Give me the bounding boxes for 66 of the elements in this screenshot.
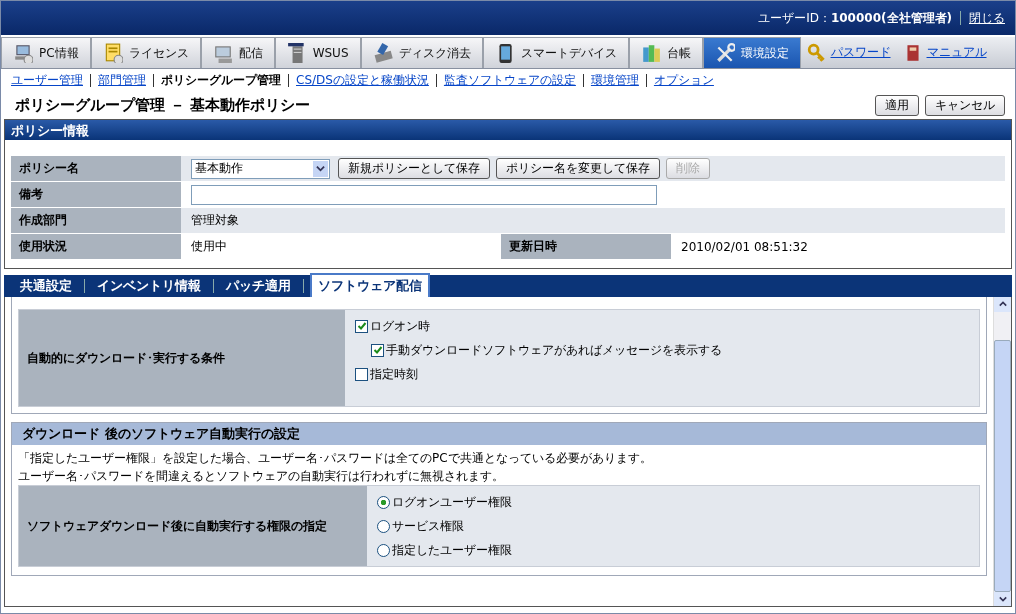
- note-text: ユーザー名･パスワードを間違えるとソフトウェアの自動実行は行われずに無視されます。: [18, 468, 505, 485]
- field-label: ポリシー名: [11, 156, 181, 181]
- field-value: 2010/02/01 08:51:32: [680, 239, 809, 254]
- close-link[interactable]: 閉じる: [969, 9, 1005, 27]
- section-header: ダウンロード 後のソフトウェア自動実行の設定: [12, 423, 986, 445]
- field-label: 備考: [11, 182, 181, 207]
- checkbox[interactable]: [371, 343, 384, 357]
- server-icon: [286, 43, 307, 63]
- sub-nav-link[interactable]: 部門管理: [98, 71, 146, 89]
- checkbox-label: ログオン時: [370, 317, 430, 335]
- action-button[interactable]: 適用: [875, 94, 919, 116]
- scrollbar[interactable]: [993, 297, 1011, 606]
- key-icon: [806, 42, 827, 63]
- pc-icon: [13, 43, 33, 63]
- policy-button[interactable]: 新規ポリシーとして保存: [338, 158, 490, 179]
- tab[interactable]: 共通設定: [14, 275, 78, 297]
- radio-label: 指定したユーザー権限: [392, 541, 512, 559]
- checkbox[interactable]: [355, 319, 368, 333]
- nav-tab[interactable]: 台帳: [628, 37, 703, 68]
- radio-label: ログオンユーザー権限: [392, 493, 512, 511]
- current-page-label: ポリシーグループ管理: [161, 71, 281, 89]
- radio-label: サービス権限: [392, 517, 464, 535]
- nav-link[interactable]: パスワード: [830, 44, 891, 61]
- section-header: ポリシー情報: [5, 120, 1011, 140]
- field-value: 管理対象: [190, 212, 240, 229]
- books-icon: [640, 43, 661, 63]
- sub-nav-link[interactable]: ユーザー管理: [11, 71, 83, 89]
- nav-tab[interactable]: PC情報: [1, 37, 91, 68]
- scroll-down-icon[interactable]: [998, 594, 1007, 603]
- field-label: 作成部門: [11, 208, 181, 233]
- policy-button[interactable]: ポリシー名を変更して保存: [496, 158, 660, 179]
- tools-icon: [714, 43, 735, 63]
- nav-tab[interactable]: 配信: [200, 37, 275, 68]
- radio-button[interactable]: [377, 495, 390, 509]
- user-id-label: ユーザーID：100000(全社管理者): [758, 9, 952, 27]
- nav-link[interactable]: マニュアル: [926, 44, 987, 61]
- checkbox[interactable]: [355, 367, 368, 381]
- sub-nav-link[interactable]: 監査ソフトウェアの設定: [443, 71, 576, 89]
- sub-nav-link[interactable]: 環境管理: [590, 71, 639, 89]
- action-button[interactable]: キャンセル: [925, 94, 1005, 116]
- checkbox-label: 手動ダウンロードソフトウェアがあればメッセージを表示する: [386, 341, 722, 359]
- computer-icon: [212, 43, 233, 63]
- field-label: 更新日時: [501, 234, 671, 259]
- tab[interactable]: パッチ適用: [220, 275, 297, 297]
- nav-tab[interactable]: スマートデバイス: [482, 37, 629, 68]
- sub-nav-link[interactable]: オプション: [653, 71, 714, 89]
- field-label: ソフトウェアダウンロード後に自動実行する権限の指定: [19, 486, 367, 566]
- radio-button[interactable]: [377, 543, 390, 557]
- field-label: 使用状況: [11, 234, 181, 259]
- nav-tab[interactable]: WSUS: [274, 37, 361, 68]
- sub-nav-link[interactable]: CS/DSの設定と稼働状況: [296, 71, 429, 89]
- tab[interactable]: ソフトウェア配信: [310, 273, 430, 297]
- nav-tab[interactable]: ディスク消去: [360, 37, 483, 68]
- radio-button[interactable]: [377, 519, 390, 533]
- note-text: 「指定したユーザー権限」を設定した場合、ユーザー名･パスワードは全てのPCで共通となっている必要があります。: [18, 450, 653, 467]
- policy-select[interactable]: 基本動作: [191, 158, 330, 179]
- disk-icon: [372, 43, 393, 63]
- field-value: 使用中: [190, 238, 228, 255]
- nav-tab[interactable]: ライセンス: [90, 37, 201, 68]
- remarks-field[interactable]: [191, 184, 657, 205]
- page-title: ポリシーグループ管理 － 基本動作ポリシー: [15, 95, 311, 115]
- tab[interactable]: インベントリ情報: [91, 275, 207, 297]
- nav-tab[interactable]: 環境設定: [702, 37, 801, 68]
- field-label: 自動的にダウンロード･実行する条件: [19, 310, 345, 406]
- checkbox-label: 指定時刻: [370, 365, 418, 383]
- scroll-up-icon[interactable]: [998, 300, 1007, 309]
